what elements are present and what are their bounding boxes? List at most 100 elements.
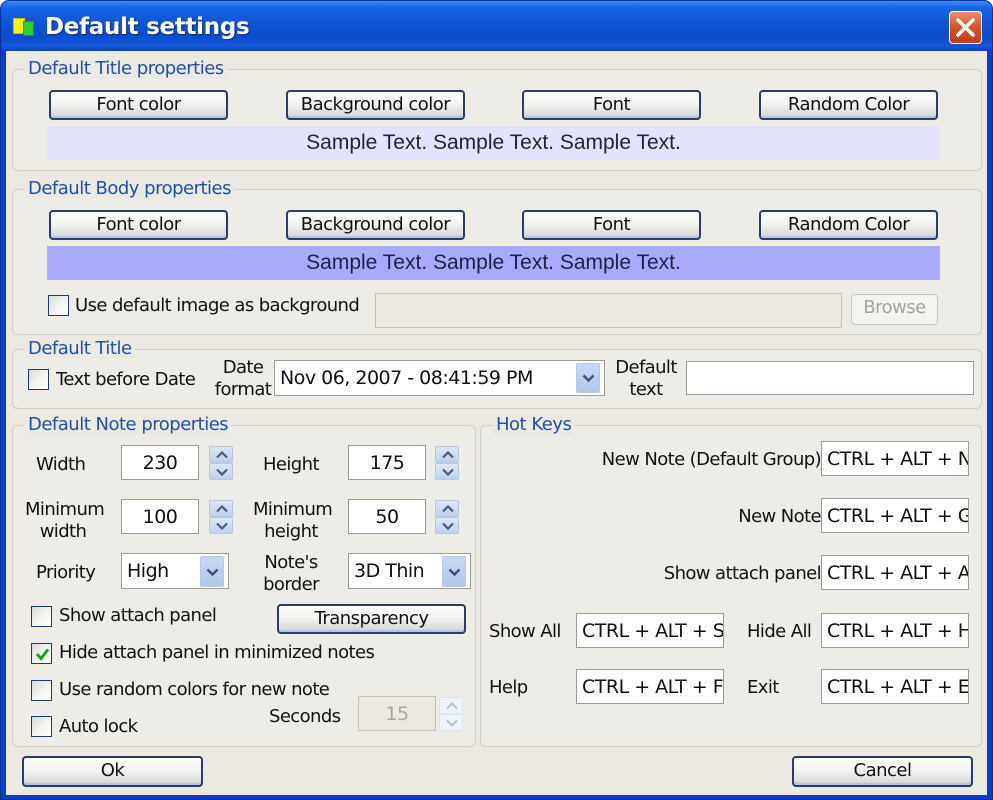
title-sample-text: Sample Text. Sample Text. Sample Text. <box>47 126 940 160</box>
date-format-label: Date format <box>213 357 273 401</box>
transparency-button[interactable]: Transparency <box>277 604 466 634</box>
default-title-group: Default Title Text before Date Date form… <box>12 338 982 409</box>
chevron-up-icon <box>216 505 228 513</box>
show-all-hotkey[interactable]: CTRL + ALT + S <box>576 613 724 648</box>
body-font-button[interactable]: Font <box>522 210 701 240</box>
show-all-label: Show All <box>489 621 561 642</box>
height-spinner[interactable] <box>435 446 459 480</box>
exit-hotkey[interactable]: CTRL + ALT + E <box>821 669 969 704</box>
min-width-spinner[interactable] <box>209 500 233 534</box>
date-format-label-line2: format <box>214 379 272 400</box>
seconds-spinner[interactable] <box>439 697 463 731</box>
min-width-label-line2: width <box>39 521 87 542</box>
body-properties-group: Default Body properties Font color Backg… <box>12 178 982 335</box>
use-image-checkbox[interactable] <box>48 295 69 316</box>
title-properties-group: Default Title properties Font color Back… <box>12 58 982 171</box>
spin-down-button[interactable] <box>209 463 233 480</box>
settings-dialog: Default settings Default Title propertie… <box>0 0 993 800</box>
min-width-input[interactable]: 100 <box>121 499 199 534</box>
seconds-input[interactable]: 15 <box>358 696 436 731</box>
chevron-down-icon <box>446 719 458 727</box>
close-button[interactable] <box>949 11 982 44</box>
show-attach-hotkey[interactable]: CTRL + ALT + A <box>821 555 969 590</box>
chevron-up-icon <box>442 451 454 459</box>
border-value: 3D Thin <box>354 560 425 582</box>
auto-lock-checkbox[interactable] <box>31 716 52 737</box>
min-height-label-line2: height <box>264 521 318 542</box>
chevron-down-icon <box>448 568 461 577</box>
spin-up-button[interactable] <box>209 446 233 463</box>
min-height-spinner[interactable] <box>435 500 459 534</box>
width-label: Width <box>36 454 86 475</box>
show-attach-panel-checkbox[interactable] <box>31 606 52 627</box>
window-title: Default settings <box>45 14 250 40</box>
new-note-default-hotkey[interactable]: CTRL + ALT + N <box>821 441 969 476</box>
image-path-field[interactable] <box>375 293 842 328</box>
hide-attach-panel-checkbox[interactable] <box>31 643 52 664</box>
title-font-color-button[interactable]: Font color <box>49 90 228 120</box>
date-format-value: Nov 06, 2007 - 08:41:59 PM <box>280 367 533 389</box>
width-spinner[interactable] <box>209 446 233 480</box>
group-label: Default Title <box>25 338 135 359</box>
title-random-color-button[interactable]: Random Color <box>759 90 938 120</box>
spin-up-button[interactable] <box>439 697 463 714</box>
help-label: Help <box>489 677 528 698</box>
help-hotkey[interactable]: CTRL + ALT + F <box>576 669 724 704</box>
close-icon <box>956 18 975 37</box>
exit-label: Exit <box>747 677 779 698</box>
hide-attach-panel-label: Hide attach panel in minimized notes <box>59 642 375 663</box>
new-note-hotkey[interactable]: CTRL + ALT + G <box>821 498 969 533</box>
spin-up-button[interactable] <box>209 500 233 517</box>
date-format-select[interactable]: Nov 06, 2007 - 08:41:59 PM <box>274 360 605 396</box>
chevron-up-icon <box>442 505 454 513</box>
random-colors-checkbox[interactable] <box>31 680 52 701</box>
min-height-input[interactable]: 50 <box>348 499 426 534</box>
text-before-date-checkbox[interactable] <box>28 369 49 390</box>
dialog-body: Default Title properties Font color Back… <box>6 51 987 795</box>
date-format-dropdown-button[interactable] <box>576 363 600 393</box>
min-height-label: Minimum height <box>253 499 333 543</box>
min-width-label: Minimum width <box>25 499 105 543</box>
body-background-color-button[interactable]: Background color <box>286 210 465 240</box>
new-note-label: New Note <box>738 506 821 527</box>
chevron-up-icon <box>216 451 228 459</box>
hide-all-hotkey[interactable]: CTRL + ALT + H <box>821 613 969 648</box>
random-colors-label: Use random colors for new note <box>59 679 330 700</box>
border-dropdown-button[interactable] <box>442 556 466 587</box>
body-font-color-button[interactable]: Font color <box>49 210 228 240</box>
width-input[interactable]: 230 <box>121 445 199 480</box>
title-font-button[interactable]: Font <box>522 90 701 120</box>
chevron-down-icon <box>216 468 228 476</box>
spin-up-button[interactable] <box>435 500 459 517</box>
spin-down-button[interactable] <box>435 517 459 534</box>
priority-dropdown-button[interactable] <box>200 556 224 587</box>
body-random-color-button[interactable]: Random Color <box>759 210 938 240</box>
default-text-input[interactable] <box>686 361 974 395</box>
text-before-date-label: Text before Date <box>56 369 196 390</box>
title-bar[interactable]: Default settings <box>1 1 992 51</box>
new-note-default-label: New Note (Default Group) <box>601 449 822 470</box>
spin-up-button[interactable] <box>435 446 459 463</box>
height-input[interactable]: 175 <box>348 445 426 480</box>
app-notes-icon <box>13 18 35 36</box>
date-format-label-line1: Date <box>222 357 264 378</box>
spin-down-button[interactable] <box>209 517 233 534</box>
browse-button[interactable]: Browse <box>851 294 938 325</box>
show-attach-panel-label: Show attach panel <box>59 605 217 626</box>
min-height-label-line1: Minimum <box>253 499 333 520</box>
use-image-label: Use default image as background <box>75 295 360 316</box>
note-properties-group: Default Note properties Width 230 Height… <box>12 414 476 747</box>
chevron-down-icon <box>442 468 454 476</box>
spin-down-button[interactable] <box>439 714 463 731</box>
title-background-color-button[interactable]: Background color <box>286 90 465 120</box>
chevron-down-icon <box>206 568 219 577</box>
min-width-label-line1: Minimum <box>25 499 105 520</box>
chevron-down-icon <box>442 522 454 530</box>
spin-down-button[interactable] <box>435 463 459 480</box>
chevron-down-icon <box>582 374 595 383</box>
show-attach-hotkey-label: Show attach panel <box>663 563 822 584</box>
checkmark-icon <box>35 648 50 661</box>
ok-button[interactable]: Ok <box>22 756 203 787</box>
cancel-button[interactable]: Cancel <box>792 756 973 787</box>
priority-value: High <box>127 560 169 582</box>
